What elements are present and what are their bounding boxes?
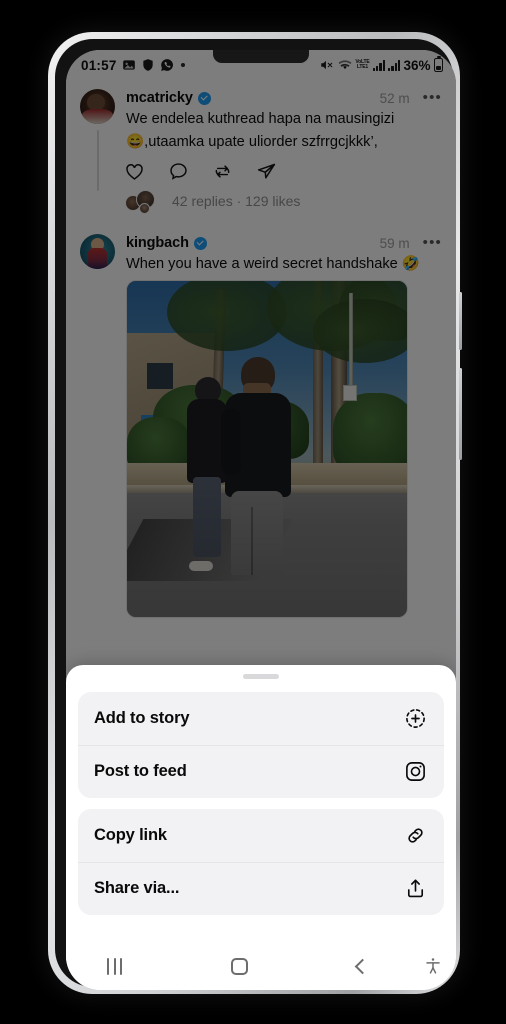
notch (213, 50, 309, 63)
home-icon[interactable] (191, 957, 289, 975)
sheet-group-2: Copy link Share via... (78, 809, 444, 915)
back-icon[interactable] (312, 958, 410, 974)
phone-bezel: 01:57 (55, 39, 456, 990)
copy-link-row[interactable]: Copy link (78, 809, 444, 862)
accessibility-icon[interactable] (409, 956, 456, 976)
sheet-group-1: Add to story Post to feed (78, 692, 444, 798)
row-label: Post to feed (94, 762, 187, 780)
system-nav-bar (66, 942, 456, 990)
add-to-story-icon (404, 707, 428, 731)
link-icon (404, 824, 428, 848)
sheet-bottom-padding (78, 926, 444, 942)
row-label: Copy link (94, 826, 167, 844)
power-button[interactable] (459, 368, 462, 460)
add-to-story-row[interactable]: Add to story (78, 692, 444, 745)
share-upload-icon (404, 877, 428, 901)
phone-screen: 01:57 (66, 50, 456, 990)
row-label: Share via... (94, 879, 180, 897)
phone-frame: 01:57 (48, 32, 462, 994)
drag-handle[interactable] (243, 674, 279, 679)
screenshot-stage: 01:57 (0, 0, 506, 1024)
instagram-icon (404, 760, 428, 784)
recents-icon[interactable] (66, 957, 164, 975)
row-label: Add to story (94, 709, 190, 727)
volume-button[interactable] (459, 292, 462, 350)
share-via-row[interactable]: Share via... (78, 862, 444, 915)
post-to-feed-row[interactable]: Post to feed (78, 745, 444, 798)
